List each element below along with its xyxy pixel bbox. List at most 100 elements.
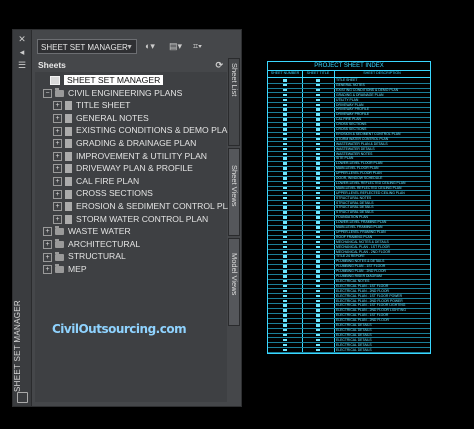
sheet-title-cell	[316, 250, 320, 253]
tree-item[interactable]: + GENERAL NOTES	[53, 112, 149, 124]
sheet-icon	[65, 202, 72, 212]
expand-icon[interactable]: +	[53, 202, 62, 212]
tree-item[interactable]: + TITLE SHEET	[53, 99, 130, 111]
expand-icon[interactable]: +	[53, 177, 62, 187]
expand-icon[interactable]: +	[43, 240, 52, 250]
tab-sheet-list[interactable]: Sheet List	[228, 58, 240, 146]
publish-icon[interactable]: ▤▾	[169, 40, 182, 53]
sheet-title-cell	[316, 113, 320, 116]
collapse-icon[interactable]: −	[43, 88, 52, 98]
tree-item[interactable]: + ARCHITECTURAL	[43, 238, 140, 250]
sheet-selections-icon[interactable]: ⌗▾	[193, 40, 202, 53]
palette-title: SHEET SET MANAGER	[13, 300, 22, 392]
tree-item[interactable]: + STORM WATER CONTROL PLAN	[53, 213, 208, 225]
sheet-number-cell	[283, 260, 287, 263]
sheet-title-cell	[316, 265, 320, 268]
expand-icon[interactable]: +	[53, 114, 62, 124]
palette-titlebar[interactable]: ✕ ◂ ☰ SHEET SET MANAGER	[13, 30, 32, 406]
properties-icon[interactable]: ☰	[17, 60, 27, 70]
watermark: CivilOutsourcing.com	[52, 322, 187, 336]
tree-item[interactable]: + MEP	[43, 263, 87, 275]
sheet-title-cell	[316, 211, 320, 214]
sheet-number-cell	[283, 201, 287, 204]
sheet-title-cell	[316, 309, 320, 312]
sheet-title-cell	[316, 123, 320, 126]
tree-item[interactable]: + EXISTING CONDITIONS & DEMO PLAN	[53, 124, 234, 136]
sheet-title-cell	[316, 226, 320, 229]
tree-item[interactable]: − CIVIL ENGINEERING PLANS	[43, 87, 182, 99]
expand-icon[interactable]: +	[53, 214, 62, 224]
sheet-title-cell	[316, 299, 320, 302]
expand-icon[interactable]: +	[53, 164, 62, 174]
sheet-number-cell	[283, 226, 287, 229]
sheet-number-cell	[283, 275, 287, 278]
close-icon[interactable]: ✕	[17, 34, 27, 44]
sheet-number-cell	[283, 113, 287, 116]
tree-item[interactable]: + STRUCTURAL	[43, 250, 126, 262]
tree-item[interactable]: + CAL FIRE PLAN	[53, 175, 139, 187]
sheets-header: Sheets ⟳	[35, 58, 227, 72]
sheet-number-cell	[283, 93, 287, 97]
expand-icon[interactable]: +	[53, 189, 62, 199]
sheet-number-cell	[283, 162, 287, 165]
sheet-number-cell	[283, 206, 287, 209]
sheet-title-cell	[316, 162, 320, 165]
tab-model-views[interactable]: Model Views	[228, 238, 240, 326]
sheet-title-cell	[316, 230, 320, 234]
expand-icon[interactable]: +	[53, 126, 62, 136]
sheet-set-manager-icon	[17, 392, 28, 403]
sheet-title-cell	[316, 348, 320, 351]
tree-item[interactable]: + IMPROVEMENT & UTILITY PLAN	[53, 150, 207, 162]
tree-item-label: SHEET SET MANAGER	[64, 75, 164, 85]
sheet-title-cell	[316, 191, 320, 195]
sheet-number-cell	[283, 299, 287, 302]
sheet-icon	[65, 177, 72, 187]
sheet-number-cell	[283, 152, 287, 155]
expand-icon[interactable]: +	[53, 151, 62, 161]
auto-hide-icon[interactable]: ◂	[17, 47, 27, 57]
sheet-number-cell	[283, 338, 287, 342]
expand-icon[interactable]: +	[53, 101, 62, 111]
sheet-title-cell	[316, 324, 320, 327]
expand-icon[interactable]: +	[43, 265, 52, 275]
sheets-panel: Sheets ⟳ SHEET SET MANAGER − CIVIL ENGINEE…	[35, 58, 239, 402]
index-header-title: SHEET TITLE	[302, 70, 334, 78]
tree-item-label: IMPROVEMENT & UTILITY PLAN	[76, 150, 208, 161]
sheet-icon	[65, 126, 72, 136]
sheet-number-cell	[283, 240, 287, 244]
sheet-title-cell	[316, 255, 320, 258]
tree-item-label: ARCHITECTURAL	[68, 238, 141, 249]
tab-sheet-views[interactable]: Sheet Views	[228, 148, 240, 236]
tab-sheet-views-label: Sheet Views	[230, 165, 239, 207]
sheet-set-selector[interactable]: SHEET SET MANAGER ▼	[37, 39, 137, 54]
sheet-title-cell	[316, 343, 320, 347]
expand-icon[interactable]: +	[53, 139, 62, 149]
sheet-title-cell	[316, 93, 320, 97]
tree-item[interactable]: SHEET SET MANAGER	[50, 74, 164, 86]
sheet-number-cell	[283, 181, 287, 185]
sheet-title-cell	[316, 137, 320, 141]
sheet-number-cell	[283, 167, 287, 170]
sheet-number-cell	[283, 270, 287, 273]
expand-icon[interactable]: +	[43, 227, 52, 237]
sheet-number-cell	[283, 235, 287, 239]
tree-item-label: EXISTING CONDITIONS & DEMO PLAN	[76, 125, 234, 136]
sheet-number-cell	[283, 221, 287, 224]
sheet-title-cell	[316, 279, 320, 283]
sheet-number-cell	[283, 348, 287, 351]
tree-item[interactable]: + CROSS SECTIONS	[53, 187, 153, 199]
sheet-set-icon[interactable]: ◐▾	[145, 40, 155, 53]
sheet-icon	[65, 114, 72, 124]
chevron-down-icon: ▼	[126, 44, 133, 51]
tree-item-label: STRUCTURAL	[68, 251, 126, 262]
refresh-icon[interactable]: ⟳	[215, 58, 223, 72]
tree-item[interactable]: + WASTE WATER	[43, 225, 131, 237]
tree-item[interactable]: + GRADING & DRAINAGE PLAN	[53, 137, 196, 149]
sheet-number-cell	[283, 319, 287, 322]
tree-item[interactable]: + DRIVEWAY PLAN & PROFILE	[53, 162, 193, 174]
sheet-title-cell	[316, 83, 320, 87]
expand-icon[interactable]: +	[43, 252, 52, 262]
sheet-set-selector-value: SHEET SET MANAGER	[41, 43, 128, 52]
sheet-number-cell	[283, 230, 287, 234]
tree-item[interactable]: + EROSION & SEDIMENT CONTROL PLAN	[53, 200, 239, 212]
